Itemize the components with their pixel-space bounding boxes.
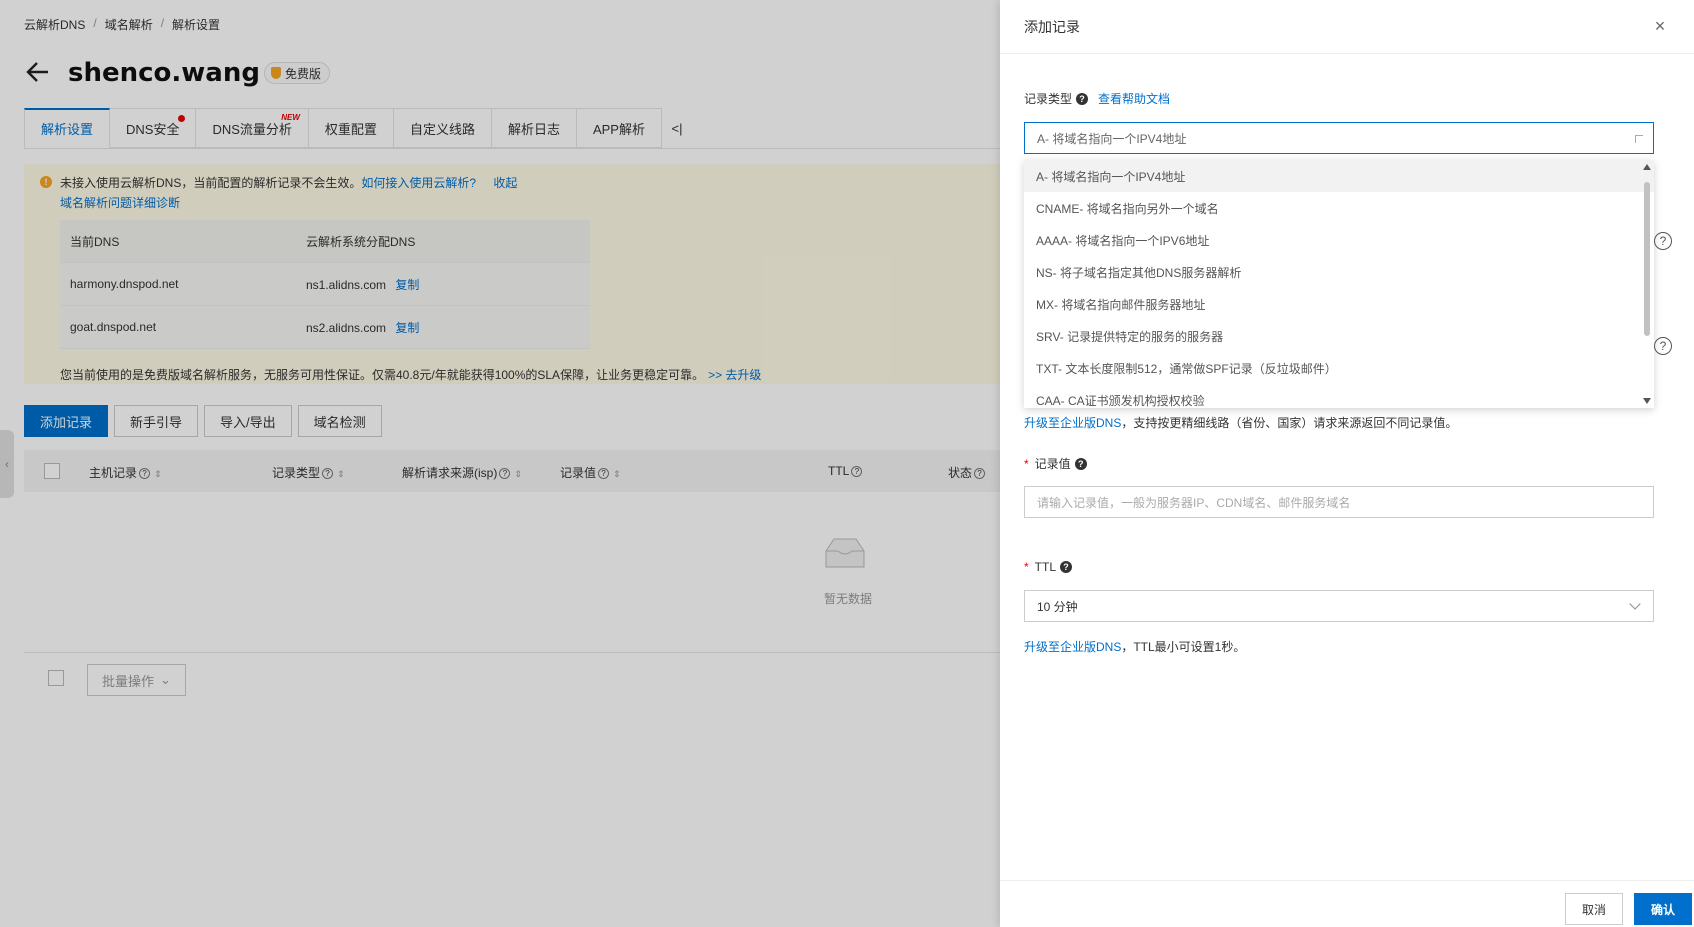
ttl-select[interactable]: 10 分钟 xyxy=(1024,590,1654,622)
help-circle-icon[interactable]: ? xyxy=(1654,232,1672,250)
record-type-dropdown: A- 将域名指向一个IPV4地址 CNAME- 将域名指向另外一个域名 AAAA… xyxy=(1024,160,1654,408)
record-type-label: 记录类型 ? 查看帮助文档 xyxy=(1024,90,1171,107)
confirm-button[interactable]: 确认 xyxy=(1634,893,1693,925)
option-ns[interactable]: NS- 将子域名指定其他DNS服务器解析 xyxy=(1024,256,1654,288)
chevron-down-icon xyxy=(1629,598,1641,610)
help-icon[interactable]: ? xyxy=(1076,92,1089,105)
upgrade-hint: 升级至企业版DNS，支持按更精细线路（省份、国家）请求来源返回不同记录值。 xyxy=(1024,416,1458,430)
divider xyxy=(1000,880,1694,881)
help-icon[interactable]: ? xyxy=(1074,457,1087,470)
upgrade-enterprise-link[interactable]: 升级至企业版DNS xyxy=(1024,416,1121,430)
overlay-mask[interactable] xyxy=(0,0,1000,927)
option-a[interactable]: A- 将域名指向一个IPV4地址 xyxy=(1024,160,1654,192)
record-value-input[interactable]: 请输入记录值，一般为服务器IP、CDN域名、邮件服务域名 xyxy=(1024,486,1654,518)
help-icon[interactable]: ? xyxy=(1060,561,1073,573)
help-circle-icon[interactable]: ? xyxy=(1654,337,1672,355)
option-srv[interactable]: SRV- 记录提供特定的服务的服务器 xyxy=(1024,320,1654,352)
upgrade-enterprise-link[interactable]: 升级至企业版DNS xyxy=(1024,640,1121,654)
record-value-label: * 记录值 ? xyxy=(1024,455,1087,472)
add-record-drawer: 添加记录 × 记录类型 ? 查看帮助文档 A- 将域名指向一个IPV4地址 A-… xyxy=(1000,0,1694,927)
record-type-select[interactable]: A- 将域名指向一个IPV4地址 xyxy=(1024,122,1654,154)
help-doc-link[interactable]: 查看帮助文档 xyxy=(1098,90,1170,107)
option-aaaa[interactable]: AAAA- 将域名指向一个IPV6地址 xyxy=(1024,224,1654,256)
drawer-title: 添加记录 xyxy=(1024,19,1080,35)
ttl-label: * TTL ? xyxy=(1024,560,1073,574)
caret-icon xyxy=(1635,135,1643,143)
scroll-down-icon xyxy=(1643,398,1651,404)
option-txt[interactable]: TXT- 文本长度限制512，通常做SPF记录（反垃圾邮件） xyxy=(1024,352,1654,384)
scroll-up-icon xyxy=(1643,164,1651,170)
option-mx[interactable]: MX- 将域名指向邮件服务器地址 xyxy=(1024,288,1654,320)
divider xyxy=(1000,53,1694,54)
close-icon[interactable]: × xyxy=(1650,16,1670,36)
option-caa[interactable]: CAA- CA证书颁发机构授权校验 xyxy=(1024,384,1654,408)
cancel-button[interactable]: 取消 xyxy=(1565,893,1624,925)
scroll-thumb xyxy=(1644,182,1650,336)
dropdown-scrollbar[interactable] xyxy=(1642,160,1652,408)
option-cname[interactable]: CNAME- 将域名指向另外一个域名 xyxy=(1024,192,1654,224)
ttl-hint: 升级至企业版DNS，TTL最小可设置1秒。 xyxy=(1024,640,1246,654)
